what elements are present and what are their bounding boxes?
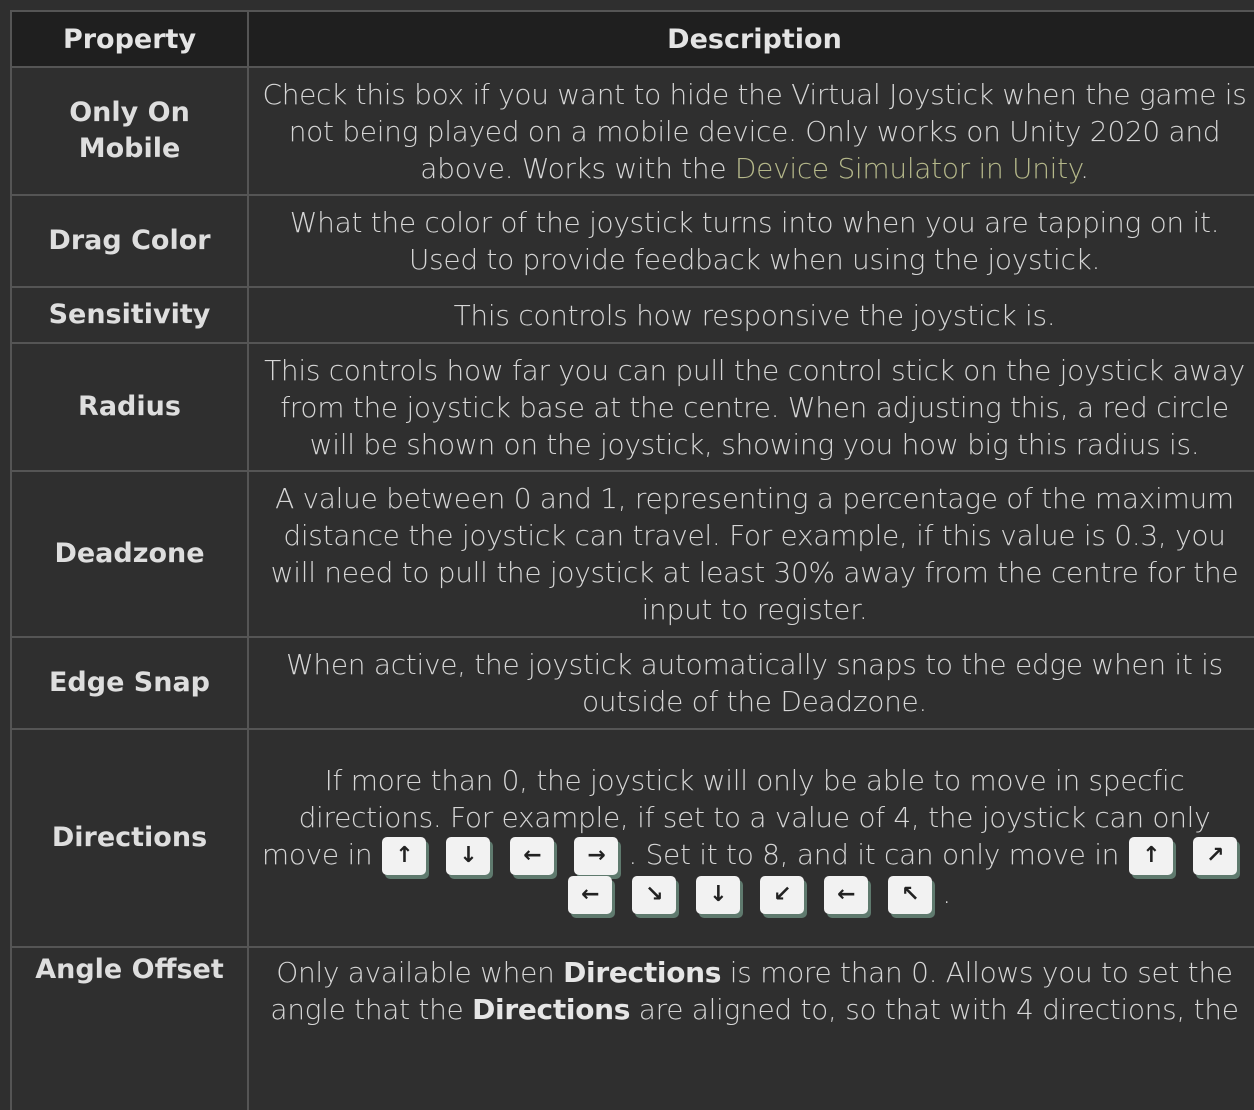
property-description: Check this box if you want to hide the V… — [247, 66, 1254, 196]
arrow-right-key-icon: → — [574, 837, 619, 875]
arrow-left-key-icon: ← — [510, 837, 555, 875]
description-bold: Directions — [472, 993, 631, 1026]
description-bold: Directions — [563, 956, 722, 989]
arrow-up-key-icon: ↑ — [382, 837, 427, 875]
arrow-down-key-icon: ↓ — [696, 876, 741, 914]
description-text: Only available when — [276, 956, 564, 989]
property-name: Angle Offset — [10, 946, 249, 1110]
table-row: Sensitivity This controls how responsive… — [10, 286, 1254, 344]
arrow-down-key-icon: ↓ — [446, 837, 491, 875]
property-name: Only On Mobile — [10, 66, 249, 196]
property-name: Drag Color — [10, 194, 249, 288]
table-row: Angle Offset Only available when Directi… — [10, 946, 1254, 1110]
description-text: are aligned to, so that with 4 direction… — [630, 993, 1239, 1026]
property-name: Radius — [10, 342, 249, 472]
property-description: This controls how far you can pull the c… — [247, 342, 1254, 472]
property-name: Deadzone — [10, 470, 249, 638]
table-row: Deadzone A value between 0 and 1, repres… — [10, 470, 1254, 638]
property-description: This controls how responsive the joystic… — [247, 286, 1254, 344]
arrow-up-left-key-icon: ↖ — [888, 876, 933, 914]
property-description: A value between 0 and 1, representing a … — [247, 470, 1254, 638]
property-name: Edge Snap — [10, 636, 249, 730]
arrow-left-key-icon: ← — [824, 876, 869, 914]
table-header-row: Property Description — [10, 10, 1254, 68]
table-row: Directions If more than 0, the joystick … — [10, 728, 1254, 948]
table-row: Radius This controls how far you can pul… — [10, 342, 1254, 472]
arrow-down-left-key-icon: ↙ — [760, 876, 805, 914]
property-description: If more than 0, the joystick will only b… — [247, 728, 1254, 948]
table-row: Edge Snap When active, the joystick auto… — [10, 636, 1254, 730]
table-row: Drag Color What the color of the joystic… — [10, 194, 1254, 288]
property-description: What the color of the joystick turns int… — [247, 194, 1254, 288]
property-name: Directions — [10, 728, 249, 948]
properties-table: Property Description Only On Mobile Chec… — [10, 10, 1254, 1110]
description-text: . Set it to 8, and it can only move in — [628, 838, 1120, 871]
header-property: Property — [10, 10, 249, 68]
header-description: Description — [247, 10, 1254, 68]
arrow-up-key-icon: ↑ — [1129, 837, 1174, 875]
device-simulator-link[interactable]: Device Simulator in Unity — [735, 152, 1081, 185]
arrow-up-right-key-icon: ↗ — [1193, 837, 1238, 875]
property-description: When active, the joystick automatically … — [247, 636, 1254, 730]
description-text: . — [942, 877, 951, 910]
arrow-down-right-key-icon: ↘ — [632, 876, 677, 914]
property-description: Only available when Directions is more t… — [247, 946, 1254, 1110]
property-name: Sensitivity — [10, 286, 249, 344]
arrow-left-key-icon: ← — [568, 876, 613, 914]
description-text: . — [1080, 151, 1089, 185]
table-row: Only On Mobile Check this box if you wan… — [10, 66, 1254, 196]
properties-table-container: Property Description Only On Mobile Chec… — [10, 10, 1254, 1110]
